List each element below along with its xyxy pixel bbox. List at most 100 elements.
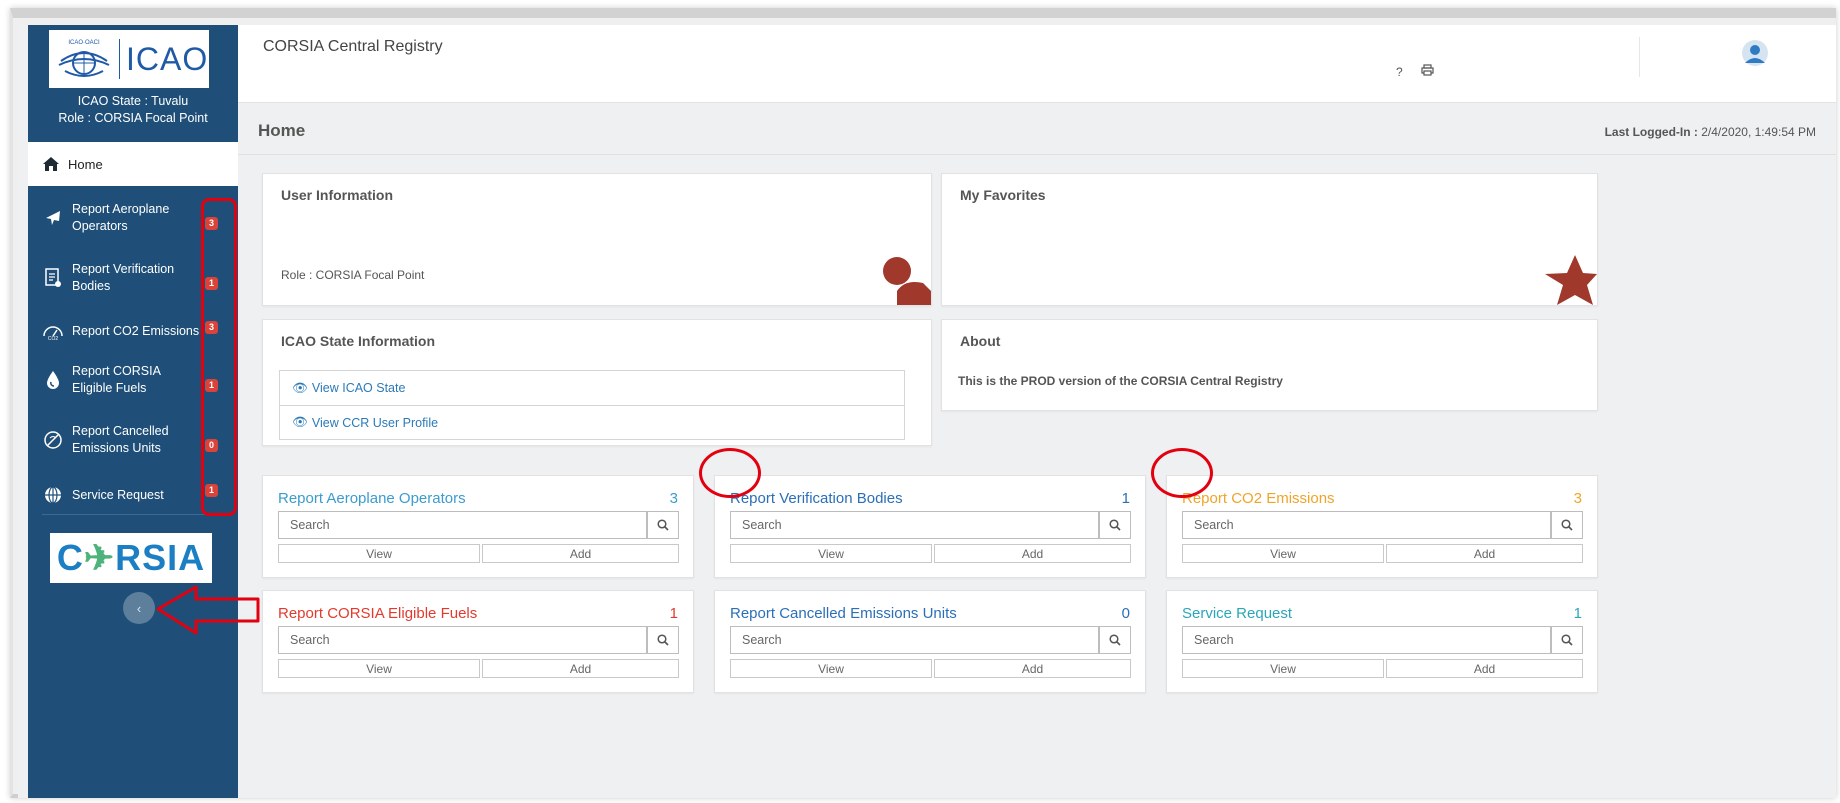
view-button[interactable]: View: [1182, 544, 1384, 563]
user-avatar-icon[interactable]: [1741, 39, 1769, 72]
last-login: Last Logged-In : 2/4/2020, 1:49:54 PM: [1604, 125, 1816, 139]
card-title: User Information: [281, 187, 394, 203]
search-icon: [657, 519, 669, 531]
page-title: Home: [258, 121, 306, 140]
my-favorites-card: My Favorites: [941, 173, 1598, 306]
document-icon: [42, 267, 64, 289]
user-role: Role : CORSIA Focal Point: [281, 268, 425, 282]
search-button[interactable]: [1551, 626, 1583, 654]
view-button[interactable]: View: [278, 659, 480, 678]
eye-icon: 👁: [292, 415, 308, 429]
add-button[interactable]: Add: [934, 659, 1131, 678]
tile-title[interactable]: Report Aeroplane Operators: [278, 490, 466, 507]
annotation-count-highlight: [1151, 448, 1213, 498]
cancelled-icon: [42, 429, 64, 451]
tile-report-corsia-eligible-fuels: Report CORSIA Eligible Fuels 1 Search Vi…: [262, 590, 694, 693]
state-links-list: 👁 View ICAO State 👁 View CCR User Profil…: [279, 370, 905, 440]
airplane-icon: [42, 207, 64, 229]
add-button[interactable]: Add: [482, 544, 679, 563]
sidebar-item-label: Home: [68, 156, 103, 172]
home-icon: [43, 157, 59, 171]
svg-text:ICAO·OACI: ICAO·OACI: [68, 40, 100, 46]
search-button[interactable]: [1099, 511, 1131, 539]
search-icon: [1561, 519, 1573, 531]
annotation-count-highlight: [699, 448, 761, 498]
search-icon: [1109, 634, 1121, 646]
view-button[interactable]: View: [730, 544, 932, 563]
user-state-info: ICAO State : Tuvalu Role : CORSIA Focal …: [28, 93, 238, 127]
add-button[interactable]: Add: [482, 659, 679, 678]
sidebar-item-label: Report Aeroplane Operators: [72, 202, 170, 233]
card-title: My Favorites: [960, 187, 1046, 203]
icao-logo[interactable]: ICAO·OACI ICAO: [49, 30, 209, 88]
user-icon: [883, 257, 931, 305]
role-line: Role : CORSIA Focal Point: [58, 111, 208, 125]
logo-divider: [119, 39, 120, 79]
state-line: ICAO State : Tuvalu: [77, 94, 189, 108]
search-input[interactable]: Search: [1182, 511, 1551, 539]
view-icao-state-link[interactable]: 👁 View ICAO State: [280, 371, 904, 405]
co2-gauge-icon: CO2: [42, 320, 64, 342]
search-icon: [1109, 519, 1121, 531]
tile-title[interactable]: Report CORSIA Eligible Fuels: [278, 605, 477, 622]
tile-report-co2-emissions: Report CO2 Emissions 3 Search View Add: [1166, 475, 1598, 578]
top-bar: CORSIA Central Registry ?: [238, 25, 1836, 103]
sidebar-item-label: Report Verification Bodies: [72, 262, 175, 293]
corsia-globe-icon: ✈: [83, 537, 116, 578]
view-button[interactable]: View: [1182, 659, 1384, 678]
view-button[interactable]: View: [730, 659, 932, 678]
sidebar-item-home[interactable]: Home: [28, 142, 238, 186]
about-text: This is the PROD version of the CORSIA C…: [958, 374, 1283, 388]
user-information-card: User Information Role : CORSIA Focal Poi…: [262, 173, 932, 306]
tile-count: 3: [669, 490, 678, 507]
tile-count: 1: [669, 605, 678, 622]
annotation-badge-highlight: [201, 198, 237, 516]
tile-report-cancelled-emissions-units: Report Cancelled Emissions Units 0 Searc…: [714, 590, 1146, 693]
search-button[interactable]: [1099, 626, 1131, 654]
search-icon: [1561, 634, 1573, 646]
tile-report-verification-bodies: Report Verification Bodies 1 Search View…: [714, 475, 1146, 578]
tile-count: 0: [1121, 605, 1130, 622]
search-input[interactable]: Search: [730, 511, 1099, 539]
tile-title[interactable]: Service Request: [1182, 605, 1292, 622]
svg-text:CO2: CO2: [48, 336, 59, 340]
page-header: Home Last Logged-In : 2/4/2020, 1:49:54 …: [238, 103, 1836, 155]
sidebar-divider: [42, 514, 222, 515]
app-title: CORSIA Central Registry: [263, 38, 443, 55]
tile-service-request: Service Request 1 Search View Add: [1166, 590, 1598, 693]
tile-title[interactable]: Report Verification Bodies: [730, 490, 903, 507]
about-card: About This is the PROD version of the CO…: [941, 319, 1598, 411]
card-title: About: [960, 333, 1001, 349]
tile-count: 1: [1573, 605, 1582, 622]
eye-icon: 👁: [292, 380, 308, 395]
star-icon: [1545, 255, 1597, 305]
tile-count: 3: [1573, 490, 1582, 507]
app-window: ICAO·OACI ICAO ICAO State : Tuvalu Role …: [18, 25, 1836, 798]
sidebar-item-label: Report CO2 Emissions: [72, 323, 200, 338]
sidebar-collapse-button[interactable]: ‹: [123, 592, 155, 624]
add-button[interactable]: Add: [1386, 659, 1583, 678]
help-icon[interactable]: ?: [1396, 65, 1403, 79]
view-ccr-user-profile-link[interactable]: 👁 View CCR User Profile: [280, 405, 904, 439]
icao-emblem-icon: ICAO·OACI: [55, 35, 113, 83]
sidebar-item-label: Report Cancelled Emissions Units: [72, 424, 169, 455]
search-button[interactable]: [647, 626, 679, 654]
add-button[interactable]: Add: [1386, 544, 1583, 563]
print-icon[interactable]: [1421, 64, 1434, 79]
tile-title[interactable]: Report Cancelled Emissions Units: [730, 605, 957, 622]
sidebar-item-label: Service Request: [72, 487, 164, 502]
search-button[interactable]: [1551, 511, 1583, 539]
view-button[interactable]: View: [278, 544, 480, 563]
search-input[interactable]: Search: [1182, 626, 1551, 654]
globe-icon: [42, 484, 64, 506]
tile-title[interactable]: Report CO2 Emissions: [1182, 490, 1335, 507]
search-input[interactable]: Search: [278, 511, 647, 539]
search-button[interactable]: [647, 511, 679, 539]
icao-state-information-card: ICAO State Information 👁 View ICAO State…: [262, 319, 932, 446]
add-button[interactable]: Add: [934, 544, 1131, 563]
card-title: ICAO State Information: [281, 333, 436, 349]
search-input[interactable]: Search: [730, 626, 1099, 654]
search-icon: [657, 634, 669, 646]
search-input[interactable]: Search: [278, 626, 647, 654]
icao-logo-text: ICAO: [126, 40, 209, 77]
